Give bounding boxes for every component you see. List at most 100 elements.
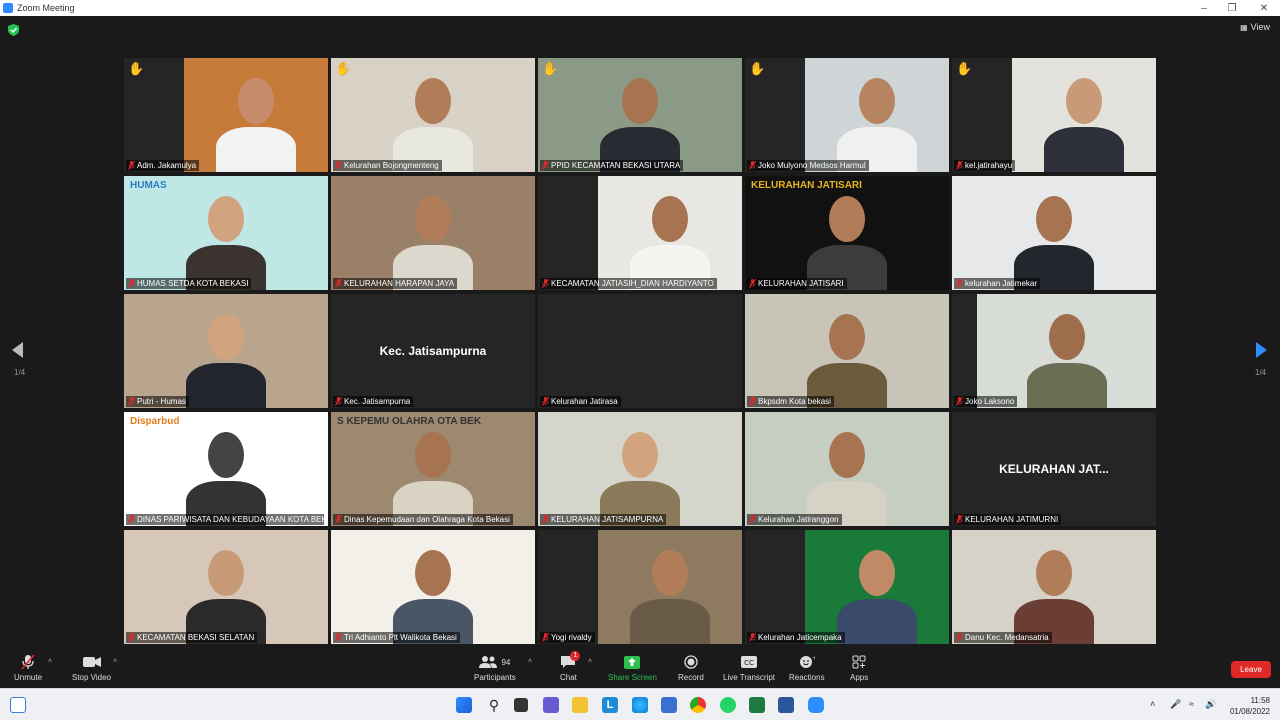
- video-tile[interactable]: KELURAHAN HARAPAN JAYA: [331, 176, 535, 290]
- participant-name: kel.jatirahayu: [965, 161, 1013, 170]
- participant-figure: [807, 190, 887, 290]
- participant-figure: [1014, 190, 1094, 290]
- video-tile[interactable]: KELURAHAN JATISARI KELURAHAN JATISARI: [745, 176, 949, 290]
- camera-feed: [124, 294, 328, 408]
- store-icon[interactable]: [661, 697, 677, 713]
- camera-feed: [598, 530, 742, 644]
- video-tile[interactable]: Yogi rivaldy: [538, 530, 742, 644]
- muted-mic-icon: [749, 633, 756, 642]
- view-button[interactable]: ▦ View: [1240, 22, 1270, 32]
- edge-browser-icon[interactable]: [632, 697, 648, 713]
- volume-icon[interactable]: 🔊: [1205, 699, 1216, 710]
- window-title: Zoom Meeting: [17, 3, 75, 13]
- participant-figure: [393, 72, 473, 172]
- muted-mic-icon: [749, 515, 756, 524]
- video-tile[interactable]: Bkpsdm Kota bekasi: [745, 294, 949, 408]
- participant-figure: [186, 426, 266, 526]
- video-tile[interactable]: ✋ Kelurahan Bojongmenteng: [331, 58, 535, 172]
- video-tile[interactable]: Kelurahan Jatiranggon: [745, 412, 949, 526]
- video-tile[interactable]: KECAMATAN BEKASI SELATAN: [124, 530, 328, 644]
- camera-feed: S KEPEMU OLAHRA OTA BEK: [331, 412, 535, 526]
- video-tile[interactable]: ✋ kel.jatirahayu: [952, 58, 1156, 172]
- app-l-icon[interactable]: L: [602, 697, 618, 713]
- muted-mic-icon: [542, 279, 549, 288]
- muted-mic-icon: [128, 161, 135, 170]
- camera-feed: [745, 294, 949, 408]
- unmute-button[interactable]: Unmute: [14, 654, 42, 682]
- participant-figure: [807, 308, 887, 408]
- wifi-icon[interactable]: ≈: [1189, 699, 1194, 709]
- participant-name: Joko Mulyono Medsos Harmul: [758, 161, 866, 170]
- muted-mic-icon: [335, 161, 342, 170]
- encryption-shield-icon[interactable]: [8, 24, 19, 36]
- muted-mic-icon: [956, 633, 963, 642]
- maximize-button[interactable]: ❐: [1216, 0, 1248, 16]
- video-tile[interactable]: Putri - Humas: [124, 294, 328, 408]
- chat-button[interactable]: 1 Chat: [560, 651, 581, 682]
- video-tile[interactable]: Kec. Jatisampurna Kec. Jatisampurna: [331, 294, 535, 408]
- excel-icon[interactable]: [749, 697, 765, 713]
- record-label: Record: [678, 673, 704, 682]
- word-icon[interactable]: [778, 697, 794, 713]
- video-tile[interactable]: KELURAHAN JATISAMPURNA: [538, 412, 742, 526]
- show-hidden-icons-icon[interactable]: ˄: [1150, 699, 1155, 709]
- leave-button[interactable]: Leave: [1231, 661, 1271, 678]
- video-tile[interactable]: ✋ Joko Mulyono Medsos Harmul: [745, 58, 949, 172]
- video-tile[interactable]: Kelurahan Jaticempaka: [745, 530, 949, 644]
- close-button[interactable]: ✕: [1248, 0, 1280, 16]
- whatsapp-icon[interactable]: [720, 697, 736, 713]
- reactions-button[interactable]: + Reactions: [789, 654, 825, 682]
- microphone-tray-icon[interactable]: 🎤: [1170, 699, 1181, 710]
- windows-start-icon[interactable]: [456, 697, 472, 713]
- participant-figure: [186, 190, 266, 290]
- tile-overlay-text: S KEPEMU OLAHRA OTA BEK: [337, 416, 482, 427]
- participants-button[interactable]: 94 Participants: [474, 654, 516, 682]
- file-explorer-icon[interactable]: [572, 697, 588, 713]
- participant-name: HUMAS SETDA KOTA BEKASI: [137, 279, 249, 288]
- video-tile[interactable]: Tri Adhianto Plt Walikota Bekasi: [331, 530, 535, 644]
- video-tile[interactable]: Kelurahan Jatirasa: [538, 294, 742, 408]
- apps-button[interactable]: Apps: [850, 654, 868, 682]
- muted-mic-icon: [956, 397, 963, 406]
- record-button[interactable]: Record: [678, 654, 704, 682]
- next-page-arrow-icon[interactable]: [1256, 342, 1267, 358]
- share-screen-label: Share Screen: [608, 673, 657, 682]
- video-tile[interactable]: kelurahan Jatimekar: [952, 176, 1156, 290]
- camera-feed: [331, 530, 535, 644]
- audio-options-caret-icon[interactable]: ˄: [48, 658, 52, 665]
- participants-caret-icon[interactable]: ˄: [528, 658, 532, 665]
- camera-feed: HUMAS: [124, 176, 328, 290]
- chrome-browser-icon[interactable]: [690, 697, 706, 713]
- video-tile[interactable]: ✋ Adm. Jakamulya: [124, 58, 328, 172]
- participant-name: Adm. Jakamulya: [137, 161, 197, 170]
- video-tile[interactable]: Joko Laksono: [952, 294, 1156, 408]
- stop-video-button[interactable]: Stop Video: [72, 654, 111, 682]
- search-icon[interactable]: ⚲: [486, 697, 502, 713]
- view-label: View: [1250, 22, 1270, 32]
- share-screen-button[interactable]: Share Screen: [608, 654, 657, 682]
- live-transcript-button[interactable]: CC Live Transcript: [723, 654, 775, 682]
- muted-mic-icon: [335, 279, 342, 288]
- video-tile[interactable]: KELURAHAN JAT... KELURAHAN JATIMURNI: [952, 412, 1156, 526]
- camera-feed: [184, 58, 328, 172]
- task-view-icon[interactable]: [514, 698, 528, 712]
- video-tile[interactable]: Disparbud DINAS PARIWISATA DAN KEBUDAYAAN…: [124, 412, 328, 526]
- widgets-icon[interactable]: [10, 697, 26, 713]
- system-clock[interactable]: 11:58 01/08/2022: [1230, 695, 1270, 717]
- participant-name: KELURAHAN HARAPAN JAYA: [344, 279, 455, 288]
- teams-chat-icon[interactable]: [543, 697, 559, 713]
- camera-feed: [1012, 58, 1156, 172]
- previous-page-arrow-icon[interactable]: [12, 342, 23, 358]
- participant-nametag: Yogi rivaldy: [540, 632, 595, 643]
- video-tile[interactable]: S KEPEMU OLAHRA OTA BEK Dinas Kepemudaan …: [331, 412, 535, 526]
- video-tile[interactable]: ✋ PPID KECAMATAN BEKASI UTARA: [538, 58, 742, 172]
- video-options-caret-icon[interactable]: ˄: [113, 658, 117, 665]
- video-tile[interactable]: Danu Kec. Medansatria: [952, 530, 1156, 644]
- video-tile[interactable]: HUMAS HUMAS SETDA KOTA BEKASI: [124, 176, 328, 290]
- chat-caret-icon[interactable]: ˄: [588, 658, 592, 665]
- camera-feed: [598, 176, 742, 290]
- grid-view-icon: ▦: [1240, 22, 1248, 32]
- muted-mic-icon: [335, 515, 342, 524]
- video-tile[interactable]: KECAMATAN JATIASIH_DIAN HARDIYANTO: [538, 176, 742, 290]
- zoom-taskbar-icon[interactable]: [808, 697, 824, 713]
